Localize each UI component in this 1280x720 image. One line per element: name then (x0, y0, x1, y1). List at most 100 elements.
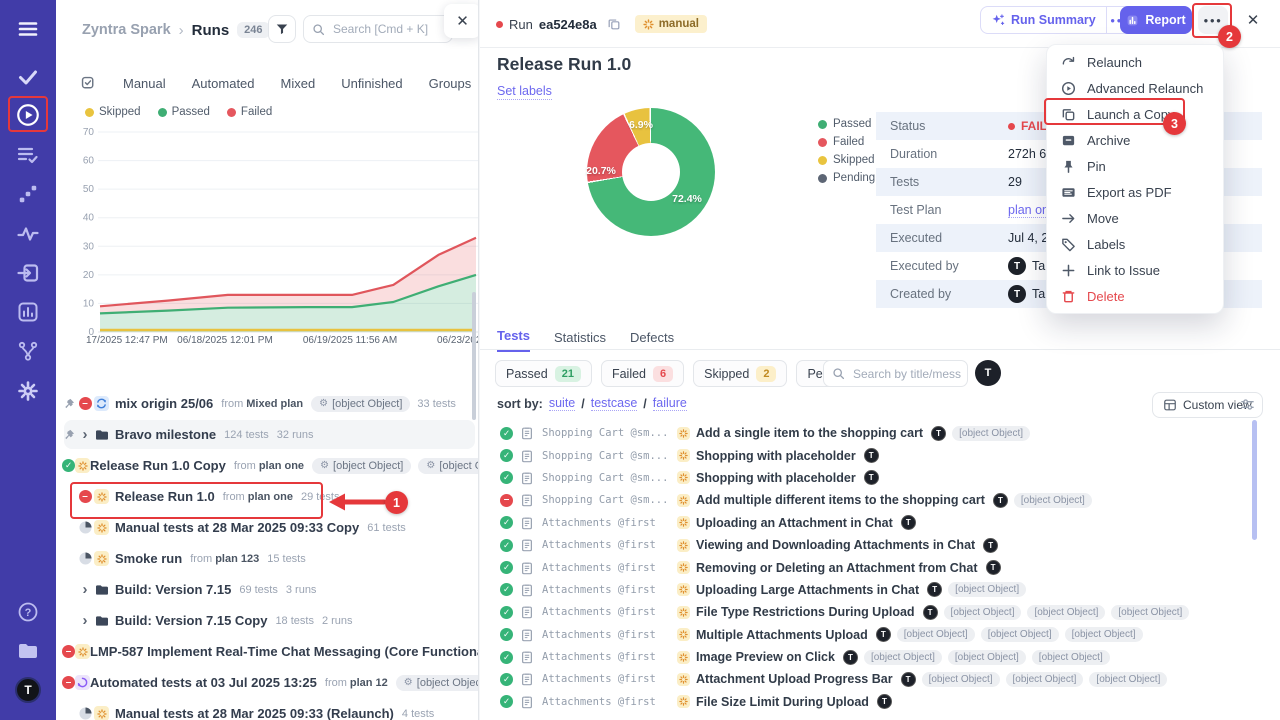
plan-name[interactable]: Mixed plan (246, 398, 303, 410)
menu-item-move[interactable]: Move (1047, 205, 1223, 231)
run-summary-button[interactable]: Run Summary ●●● (980, 6, 1134, 34)
chevron-right-icon[interactable]: › (83, 427, 88, 442)
environment-chip[interactable]: ⚙[object Object] (312, 458, 411, 474)
environment-chip[interactable]: ⚙[object Object] (418, 458, 479, 474)
run-list-item[interactable]: – ✓ › Automated te (56, 667, 479, 698)
suite-name[interactable]: Attachments @first (542, 673, 670, 685)
plan-name[interactable]: plan 12 (350, 677, 388, 689)
tests-search-input[interactable] (851, 366, 963, 382)
test-row[interactable]: ✓ – Shopping Cart @sm... Shopping with p… (480, 467, 1280, 489)
test-tag[interactable]: [object Object] (1014, 493, 1092, 508)
test-title[interactable]: Shopping with placeholder (696, 449, 856, 463)
assignee-avatar[interactable]: T (986, 560, 1001, 575)
settings-gear-icon[interactable] (0, 376, 56, 406)
assignee-avatar[interactable]: T (864, 470, 879, 485)
run-list-item[interactable]: – ✓ › Smoke run (56, 543, 479, 574)
suite-name[interactable]: Shopping Cart @sm... (542, 472, 670, 484)
test-tag[interactable]: [object Object] (948, 650, 1026, 665)
test-row[interactable]: ✓ – Attachments @first Uploading an Atta… (480, 512, 1280, 534)
hamburger-menu-icon[interactable] (0, 14, 56, 44)
test-tag[interactable]: [object Object] (1027, 605, 1105, 620)
left-panel-scrollbar[interactable] (472, 292, 476, 420)
run-title[interactable]: mix origin 25/06 (115, 396, 213, 411)
test-row[interactable]: ✓ – Attachments @first Multiple Attachme… (480, 624, 1280, 646)
test-tag[interactable]: [object Object] (1111, 605, 1189, 620)
suite-name[interactable]: Shopping Cart @sm... (542, 427, 670, 439)
filter-passed[interactable]: Passed21 (495, 360, 592, 387)
run-list-item[interactable]: – ✓ › Release Run (56, 450, 479, 481)
list-check-icon[interactable] (0, 140, 56, 170)
test-title[interactable]: Shopping with placeholder (696, 471, 856, 485)
test-row[interactable]: ✓ – Attachments @first File Size Limit D… (480, 691, 1280, 713)
test-row[interactable]: ✓ – Attachments @first Uploading Large A… (480, 579, 1280, 601)
tests-scrollbar[interactable] (1252, 420, 1257, 540)
runs-filter-tab[interactable]: Manual (123, 76, 166, 91)
filter-skipped[interactable]: Skipped2 (693, 360, 787, 387)
runs-filter-tab[interactable]: Automated (192, 76, 255, 91)
runs-filter-tab[interactable]: Groups (429, 76, 472, 91)
suite-name[interactable]: Attachments @first (542, 517, 670, 529)
test-row[interactable]: ✓ – Attachments @first Viewing and Downl… (480, 534, 1280, 556)
milestones-steps-icon[interactable] (0, 179, 56, 209)
suite-name[interactable]: Attachments @first (542, 651, 670, 663)
test-title[interactable]: Uploading Large Attachments in Chat (696, 583, 919, 597)
test-title[interactable]: File Type Restrictions During Upload (696, 605, 915, 619)
run-title[interactable]: Bravo milestone (115, 427, 216, 442)
enter-box-icon[interactable] (0, 258, 56, 288)
sort-testcase-link[interactable]: testcase (591, 396, 638, 411)
runs-filter-tab[interactable]: Unfinished (341, 76, 402, 91)
assignee-avatar[interactable]: T (983, 538, 998, 553)
menu-item-delete[interactable]: Delete (1047, 283, 1223, 309)
runs-search[interactable] (303, 15, 453, 43)
runs-search-input[interactable] (331, 21, 441, 37)
suite-name[interactable]: Attachments @first (542, 629, 670, 641)
set-labels-link[interactable]: Set labels (497, 84, 552, 100)
run-list-item[interactable]: – ✓ › Build: Versi (56, 574, 479, 605)
test-tag[interactable]: [object Object] (1032, 650, 1110, 665)
menu-item-pin[interactable]: Pin (1047, 153, 1223, 179)
test-row[interactable]: ✓ – Attachments @first Removing or Delet… (480, 556, 1280, 578)
test-title[interactable]: Add multiple different items to the shop… (696, 493, 985, 507)
suite-name[interactable]: Attachments @first (542, 696, 670, 708)
copy-icon[interactable] (607, 17, 621, 31)
run-title[interactable]: Automated tests at 03 Jul 2025 13:25 (90, 675, 317, 690)
close-run-button[interactable]: ✕ (1238, 6, 1268, 34)
bulk-select-icon[interactable] (80, 75, 97, 92)
run-title[interactable]: Smoke run (115, 551, 182, 566)
menu-item-labels[interactable]: Labels (1047, 231, 1223, 257)
environment-chip[interactable]: ⚙[object Object] (396, 675, 479, 691)
checkmark-icon[interactable] (0, 62, 56, 92)
display-settings-icon[interactable] (1240, 397, 1255, 412)
run-list-item[interactable]: – ✓ › Manual tests (56, 698, 479, 720)
test-row[interactable]: ✓ – Shopping Cart @sm... Add a single it… (480, 422, 1280, 444)
test-row[interactable]: ✓ – Attachments @first File Type Restric… (480, 601, 1280, 623)
test-tag[interactable]: [object Object] (864, 650, 942, 665)
test-row[interactable]: ✓ – Shopping Cart @sm... Add multiple di… (480, 489, 1280, 511)
test-tag[interactable]: [object Object] (1006, 672, 1084, 687)
test-title[interactable]: Attachment Upload Progress Bar (696, 672, 893, 686)
menu-item-link-to-issue[interactable]: Link to Issue (1047, 257, 1223, 283)
run-title[interactable]: Build: Version 7.15 (115, 582, 231, 597)
run-title[interactable]: Manual tests at 28 Mar 2025 09:33 Copy (115, 520, 359, 535)
assignee-avatar[interactable]: T (877, 694, 892, 709)
assignee-avatar[interactable]: T (931, 426, 946, 441)
runs-filter-tab[interactable]: Mixed (281, 76, 316, 91)
test-tag[interactable]: [object Object] (1065, 627, 1143, 642)
assignee-avatar[interactable]: T (876, 627, 891, 642)
run-list-item[interactable]: – ✓ › mix origin 2 (56, 388, 479, 419)
suite-name[interactable]: Attachments @first (542, 539, 670, 551)
bar-chart-icon[interactable] (0, 297, 56, 327)
chevron-right-icon[interactable]: › (83, 613, 88, 628)
menu-item-archive[interactable]: Archive (1047, 127, 1223, 153)
assignee-avatar[interactable]: T (927, 582, 942, 597)
assignee-avatar[interactable]: T (993, 493, 1008, 508)
tests-search[interactable] (823, 360, 968, 387)
run-list-item[interactable]: – ✓ › Bravo milest (56, 419, 479, 450)
filter-failed[interactable]: Failed6 (601, 360, 684, 387)
plan-name[interactable]: plan one (259, 460, 304, 472)
suite-name[interactable]: Attachments @first (542, 584, 670, 596)
test-title[interactable]: Add a single item to the shopping cart (696, 426, 923, 440)
test-title[interactable]: Uploading an Attachment in Chat (696, 516, 893, 530)
test-title[interactable]: Image Preview on Click (696, 650, 835, 664)
assignee-avatar[interactable]: T (901, 672, 916, 687)
